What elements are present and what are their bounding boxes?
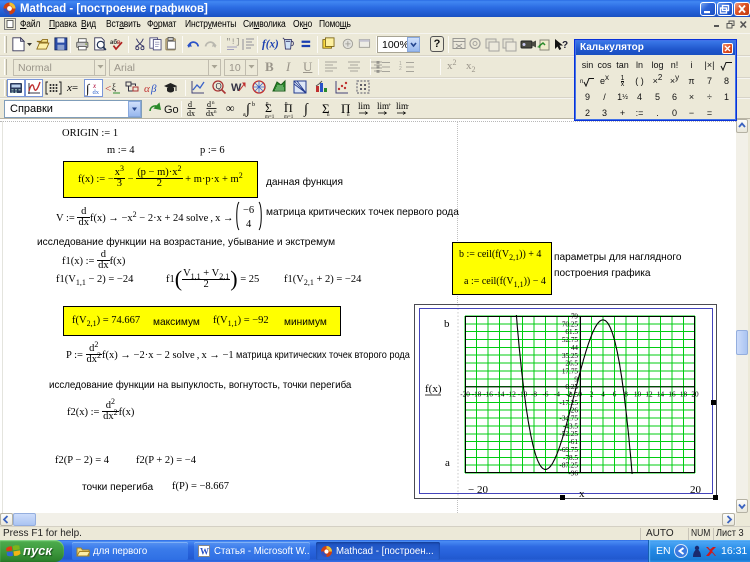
svg-text:-52.25: -52.25	[559, 430, 578, 438]
svg-text:a: a	[445, 457, 450, 469]
svg-text:-18: -18	[472, 391, 482, 399]
svg-text:70.25: 70.25	[562, 320, 579, 328]
svg-text:18: 18	[680, 391, 688, 399]
svg-text:-26: -26	[568, 407, 578, 415]
svg-text:12: 12	[645, 391, 653, 399]
svg-text:-69.75: -69.75	[559, 446, 578, 454]
svg-text:0: 0	[578, 391, 582, 399]
svg-text:-10: -10	[518, 391, 528, 399]
svg-text:61.5: 61.5	[565, 328, 578, 336]
svg-text:f(x): f(x)	[425, 383, 442, 395]
svg-text:b: b	[444, 318, 450, 330]
svg-text:20: 20	[690, 484, 702, 496]
svg-text:-34.75: -34.75	[559, 415, 578, 423]
svg-text:10: 10	[634, 391, 642, 399]
svg-text:-96: -96	[568, 470, 578, 478]
svg-text:17.75: 17.75	[562, 367, 579, 375]
svg-text:26.5: 26.5	[565, 360, 578, 368]
svg-text:-4: -4	[554, 391, 560, 399]
svg-text:-16: -16	[483, 391, 493, 399]
svg-text:x: x	[579, 488, 585, 500]
svg-text:-87.25: -87.25	[559, 462, 578, 470]
svg-text:-78.5: -78.5	[563, 454, 578, 462]
svg-text:16: 16	[668, 391, 676, 399]
svg-text:-43.5: -43.5	[563, 422, 578, 430]
svg-text:-61: -61	[568, 438, 578, 446]
svg-text:W: W	[200, 547, 209, 557]
svg-text:4: 4	[601, 391, 605, 399]
svg-text:8: 8	[624, 391, 628, 399]
svg-text:-20: -20	[460, 391, 470, 399]
svg-text:52.75: 52.75	[562, 336, 579, 344]
svg-text:44: 44	[571, 344, 579, 352]
svg-text:-2: -2	[566, 391, 572, 399]
svg-text:-8: -8	[531, 391, 537, 399]
svg-text:35.25: 35.25	[562, 352, 579, 360]
svg-text:-12: -12	[506, 391, 516, 399]
svg-text:− 20: − 20	[468, 484, 488, 496]
svg-text:14: 14	[657, 391, 665, 399]
svg-text:-17.25: -17.25	[559, 399, 578, 407]
svg-text:-6: -6	[543, 391, 549, 399]
svg-text:79: 79	[571, 313, 579, 321]
svg-text:9: 9	[574, 375, 578, 383]
svg-text:-14: -14	[495, 391, 505, 399]
svg-text:6: 6	[613, 391, 617, 399]
svg-text:2: 2	[590, 391, 594, 399]
svg-text:20: 20	[691, 391, 699, 399]
svg-text:n: n	[580, 79, 583, 85]
